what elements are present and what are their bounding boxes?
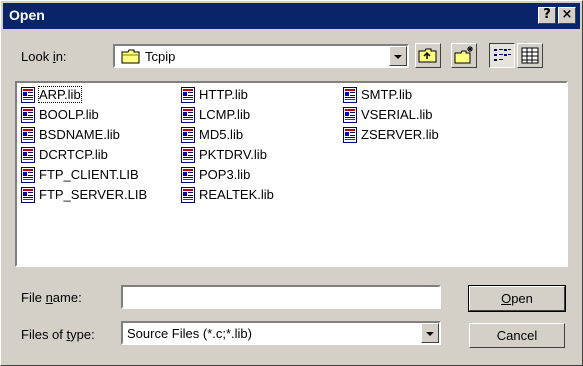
files-of-type-dropdown-button[interactable]: [421, 323, 439, 343]
close-button[interactable]: ×: [558, 7, 576, 24]
look-in-value: Tcpip: [145, 49, 176, 64]
lib-file-icon: [343, 127, 357, 143]
lib-file-icon: [181, 107, 195, 123]
list-view-icon: [494, 49, 511, 61]
list-view-button[interactable]: [489, 43, 515, 68]
window-title: Open: [9, 7, 45, 23]
files-of-type-combobox[interactable]: Source Files (*.c;*.lib): [121, 321, 441, 345]
lib-file-icon: [181, 147, 195, 163]
lib-file-icon: [21, 87, 35, 103]
files-of-type-value: Source Files (*.c;*.lib): [127, 326, 252, 341]
details-view-button[interactable]: [517, 43, 543, 68]
file-name-text: HTTP.lib: [199, 87, 248, 102]
file-name-text: ARP.lib: [38, 86, 82, 103]
file-name-input[interactable]: [121, 285, 441, 309]
details-view-icon: [521, 47, 539, 64]
file-name-text: LCMP.lib: [199, 107, 251, 122]
lib-file-icon: [181, 187, 195, 203]
file-name-text: FTP_CLIENT.LIB: [39, 167, 139, 182]
lib-file-icon: [181, 87, 195, 103]
lib-file-icon: [181, 127, 195, 143]
help-button[interactable]: ?: [538, 7, 556, 24]
file-name-text: ZSERVER.lib: [361, 127, 439, 142]
look-in-label: Look in:: [21, 49, 67, 64]
file-name-text: REALTEK.lib: [199, 187, 274, 202]
files-of-type-label: Files of type:: [21, 327, 95, 342]
lib-file-icon: [21, 167, 35, 183]
file-name-text: POP3.lib: [199, 167, 251, 182]
open-button[interactable]: Open: [468, 285, 566, 312]
cancel-button[interactable]: Cancel: [469, 323, 565, 348]
file-name-text: MD5.lib: [199, 127, 244, 142]
up-folder-icon: [418, 48, 437, 63]
file-name-text: DCRTCP.lib: [39, 147, 108, 162]
lib-file-icon: [21, 127, 35, 143]
file-name-text: PKTDRV.lib: [199, 147, 267, 162]
lib-file-icon: [343, 87, 357, 103]
lib-file-icon: [21, 187, 35, 203]
file-name-text: FTP_SERVER.LIB: [39, 187, 148, 202]
title-bar[interactable]: Open ? ×: [3, 3, 580, 29]
file-name-text: BOOLP.lib: [39, 107, 99, 122]
up-one-level-button[interactable]: [415, 43, 441, 68]
lib-file-icon: [343, 107, 357, 123]
lib-file-icon: [21, 107, 35, 123]
file-list[interactable]: ARP.lib BOOLP.lib BSDNAME.lib DCRTCP.lib FTP…: [15, 81, 568, 267]
file-name-text: SMTP.lib: [361, 87, 413, 102]
folder-icon: [121, 49, 140, 64]
look-in-dropdown-button[interactable]: [389, 46, 407, 66]
file-name-label: File name:: [21, 290, 82, 305]
lib-file-icon: [21, 147, 35, 163]
new-folder-icon: [454, 46, 473, 64]
file-name-text: BSDNAME.lib: [39, 127, 120, 142]
look-in-combobox[interactable]: Tcpip: [113, 44, 409, 68]
create-new-folder-button[interactable]: [451, 43, 477, 68]
open-dialog: Open ? × Look in: Tcpip ARP.lib BOOLP.li…: [0, 0, 583, 366]
file-name-text: VSERIAL.lib: [361, 107, 433, 122]
lib-file-icon: [181, 167, 195, 183]
